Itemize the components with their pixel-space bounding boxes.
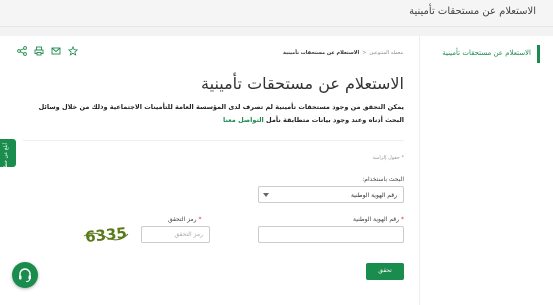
action-icons: [15, 46, 78, 58]
top-bar: الاستعلام عن مستحقات تأمينية: [0, 0, 553, 27]
captcha-image: 6335: [83, 226, 129, 244]
chevron-down-icon: [263, 193, 269, 197]
submit-button-label: تحقق: [378, 268, 392, 274]
required-mark: *: [198, 216, 202, 223]
required-mark: *: [401, 216, 404, 223]
form-divider: [23, 140, 404, 141]
captcha-label: * رمز التحقق: [168, 216, 201, 223]
search-by-label: البحث باستخدام:: [362, 176, 404, 183]
captcha-label-text: رمز التحقق: [168, 216, 197, 223]
intro-text: يمكن التحقق من وجود مستحقات تأمينية لم ت…: [22, 101, 404, 127]
breadcrumb-separator: <: [362, 50, 367, 56]
page-title: الاستعلام عن مستحقات تأمينية: [201, 74, 404, 93]
share-icon[interactable]: [15, 46, 27, 58]
national-id-label: * رقم الهوية الوطنية: [353, 216, 404, 223]
side-menu-item-label: الاستعلام عن مستحقات تأمينية: [442, 49, 531, 57]
breadcrumb-current: الاستعلام عن مستحقات تأمينية: [283, 50, 360, 56]
side-divider: [419, 36, 420, 305]
search-by-select[interactable]: رقم الهوية الوطنية: [258, 186, 404, 203]
search-by-select-value: رقم الهوية الوطنية: [350, 192, 397, 199]
header-title: الاستعلام عن مستحقات تأمينية: [409, 6, 536, 17]
print-icon[interactable]: [32, 46, 44, 58]
intro-prefix: نأمل: [266, 116, 281, 124]
mail-icon[interactable]: [49, 46, 61, 58]
feedback-tab-label: أبلغ عن خطأ: [3, 143, 9, 169]
headset-icon: [19, 268, 31, 282]
captcha-image-text: 6335: [84, 226, 127, 244]
breadcrumb: معمله المتنوعين < الاستعلام عن مستحقات ت…: [283, 50, 403, 56]
submit-button[interactable]: تحقق: [366, 263, 404, 280]
required-fields-note: * حقول إلزامية: [372, 155, 404, 161]
national-id-field[interactable]: [258, 226, 404, 243]
side-menu-item-active[interactable]: الاستعلام عن مستحقات تأمينية: [442, 45, 540, 63]
star-icon[interactable]: [66, 46, 78, 58]
national-id-label-text: رقم الهوية الوطنية: [353, 216, 400, 223]
breadcrumb-parent[interactable]: معمله المتنوعين: [369, 50, 403, 56]
main-content: الاستعلام عن مستحقات تأمينية معمله المتن…: [0, 36, 553, 305]
chat-button[interactable]: [12, 262, 38, 288]
contact-link[interactable]: التواصل معنا: [223, 116, 264, 124]
intro-body: يمكن التحقق من وجود مستحقات تأمينية لم ت…: [38, 103, 404, 124]
feedback-tab[interactable]: أبلغ عن خطأ: [0, 139, 16, 169]
captcha-field[interactable]: [141, 226, 210, 243]
